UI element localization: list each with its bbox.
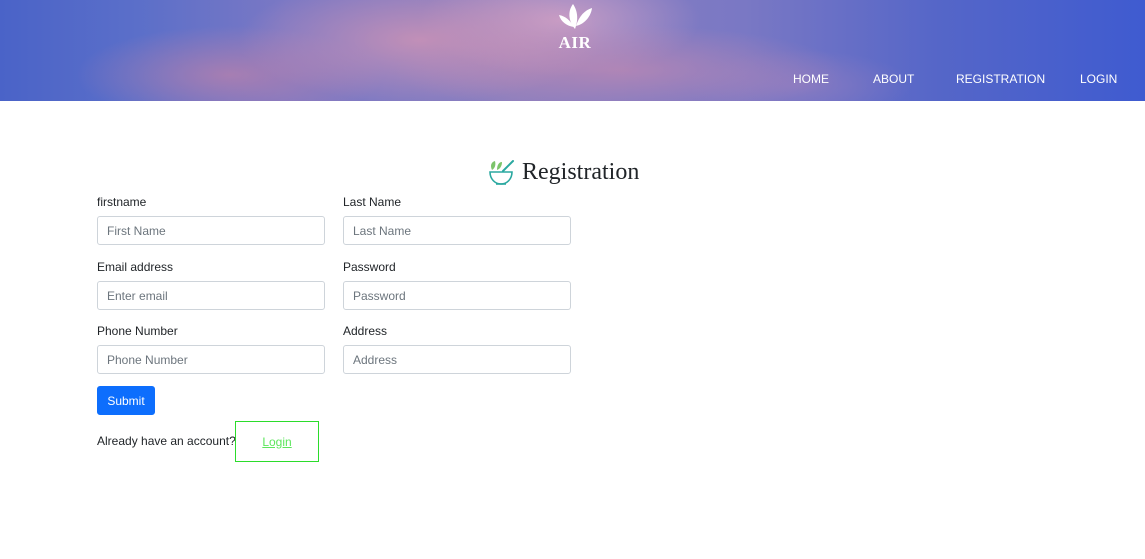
email-label: Email address xyxy=(97,260,174,274)
header-banner: AIR HOME ABOUT REGISTRATION LOGIN xyxy=(0,0,1145,101)
password-label: Password xyxy=(343,260,396,274)
login-link[interactable]: Login xyxy=(262,435,291,449)
page-title-text: Registration xyxy=(522,158,640,185)
leaf-icon xyxy=(559,4,592,29)
lastname-label: Last Name xyxy=(343,195,402,209)
firstname-input[interactable] xyxy=(97,216,325,245)
address-input[interactable] xyxy=(343,345,571,374)
phone-input[interactable] xyxy=(97,345,325,374)
herbal-bowl-icon xyxy=(489,160,514,185)
password-input[interactable] xyxy=(343,281,571,310)
address-label: Address xyxy=(343,324,388,338)
submit-button[interactable]: Submit xyxy=(97,386,155,415)
brand-name: AIR xyxy=(558,33,592,52)
phone-label: Phone Number xyxy=(97,324,178,338)
page-title: Registration xyxy=(486,155,639,189)
login-link-box[interactable]: Login xyxy=(235,421,319,462)
already-have-account-text: Already have an account? xyxy=(97,434,236,448)
nav-registration[interactable]: REGISTRATION xyxy=(956,72,1045,88)
firstname-label: firstname xyxy=(97,195,147,209)
brand-logo[interactable]: AIR xyxy=(540,0,610,53)
nav-about[interactable]: ABOUT xyxy=(873,72,914,88)
nav-home[interactable]: HOME xyxy=(793,72,829,88)
nav-login[interactable]: LOGIN xyxy=(1080,72,1117,88)
lastname-input[interactable] xyxy=(343,216,571,245)
email-input[interactable] xyxy=(97,281,325,310)
